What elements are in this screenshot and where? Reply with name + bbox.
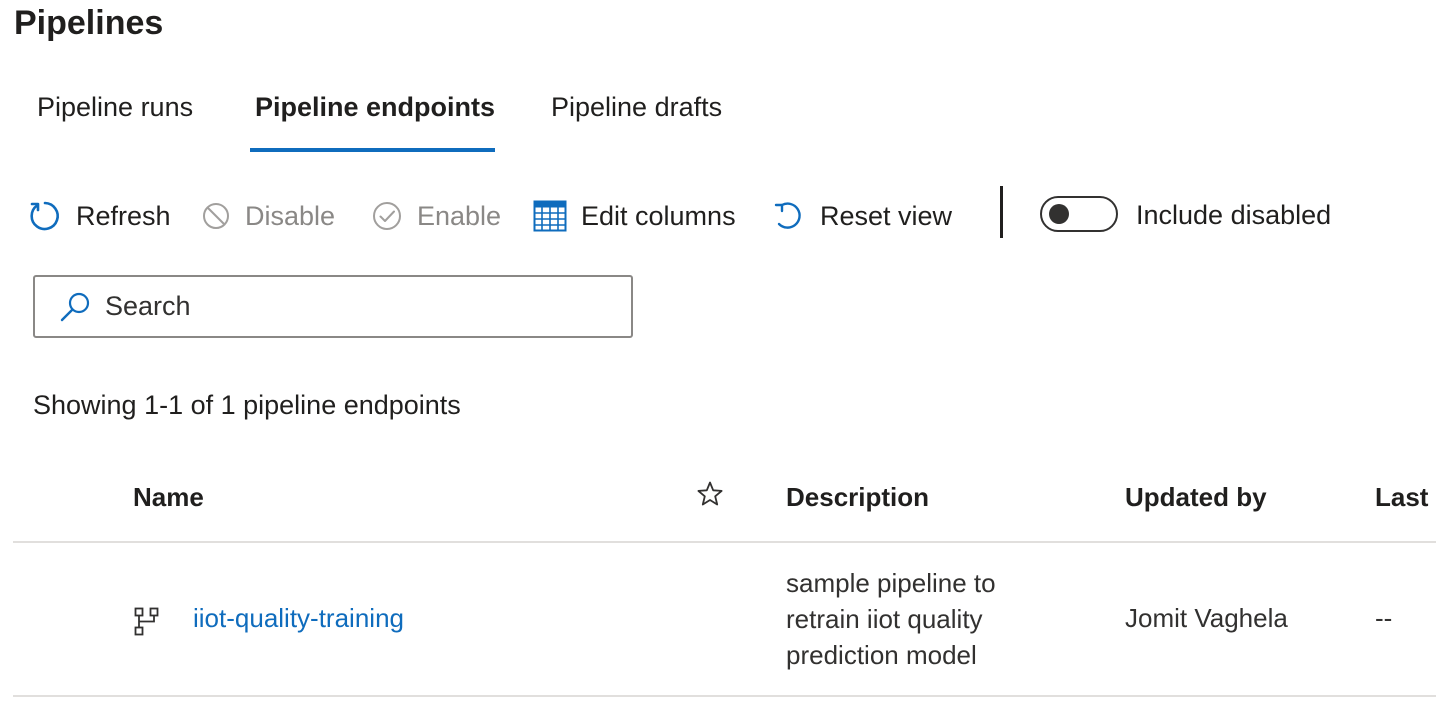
pipeline-endpoints-table: Name Description Updated by Last r iiot-… (0, 460, 1436, 722)
edit-columns-label: Edit columns (581, 200, 736, 231)
column-header-last[interactable]: Last r (1375, 482, 1436, 513)
tab-pipeline-drafts[interactable]: Pipeline drafts (551, 92, 722, 123)
column-header-description[interactable]: Description (786, 482, 929, 513)
refresh-button[interactable]: Refresh (28, 194, 171, 238)
search-box[interactable] (33, 275, 633, 338)
command-bar: Refresh Disable Enable Edit columns Rese… (0, 186, 1436, 246)
toggle-knob (1049, 204, 1069, 224)
pipeline-icon (134, 607, 160, 644)
pipeline-name-link[interactable]: iiot-quality-training (193, 603, 404, 634)
include-disabled-toggle[interactable] (1040, 196, 1118, 232)
page-title: Pipelines (14, 4, 164, 42)
refresh-label: Refresh (76, 200, 171, 231)
column-header-updated-by[interactable]: Updated by (1125, 482, 1267, 513)
undo-icon (772, 199, 806, 233)
row-divider (13, 695, 1436, 697)
last-value: -- (1375, 603, 1393, 633)
active-tab-indicator (250, 148, 495, 152)
search-icon (59, 291, 91, 323)
tab-bar: Pipeline runs Pipeline endpoints Pipelin… (0, 84, 1000, 154)
tab-pipeline-endpoints[interactable]: Pipeline endpoints (255, 92, 495, 123)
table-row[interactable]: iiot-quality-training sample pipeline to… (0, 543, 1436, 695)
toolbar-divider (1000, 186, 1003, 238)
pipelines-page: Pipelines Pipeline runs Pipeline endpoin… (0, 0, 1436, 722)
check-circle-icon (371, 200, 403, 232)
table-columns-icon (533, 200, 567, 232)
results-summary: Showing 1-1 of 1 pipeline endpoints (33, 390, 461, 420)
column-header-name[interactable]: Name (133, 482, 204, 513)
star-outline-icon[interactable] (696, 480, 724, 513)
edit-columns-button[interactable]: Edit columns (533, 194, 736, 238)
refresh-icon (28, 199, 62, 233)
include-disabled-label: Include disabled (1136, 200, 1332, 230)
enable-button[interactable]: Enable (371, 194, 501, 238)
search-input[interactable] (105, 291, 585, 322)
disable-label: Disable (245, 200, 336, 231)
reset-view-button[interactable]: Reset view (772, 194, 952, 238)
pipeline-description: sample pipeline to retrain iiot quality … (786, 568, 996, 670)
tab-pipeline-runs[interactable]: Pipeline runs (37, 92, 193, 123)
disable-button[interactable]: Disable (201, 194, 335, 238)
updated-by: Jomit Vaghela (1125, 603, 1288, 633)
enable-label: Enable (417, 200, 502, 231)
blocked-icon (201, 201, 231, 231)
reset-view-label: Reset view (820, 200, 953, 231)
